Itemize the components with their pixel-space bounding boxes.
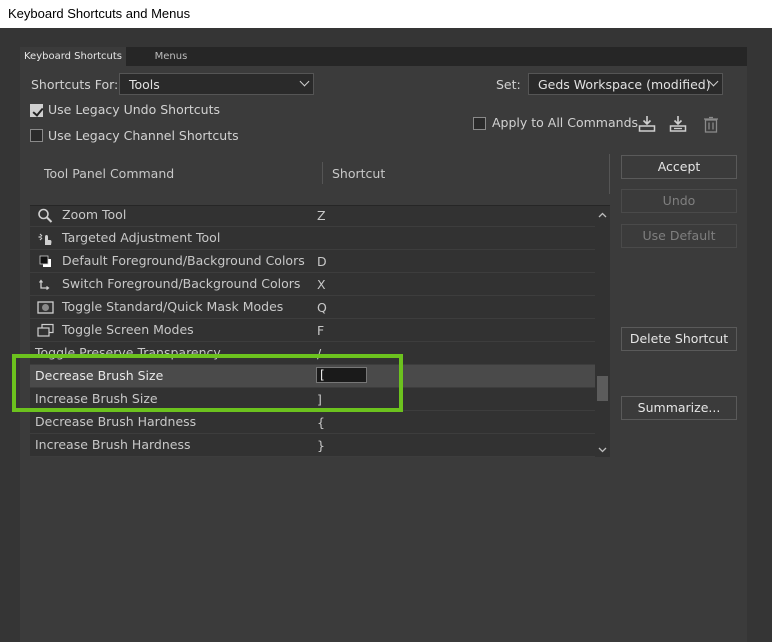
command-name: Toggle Preserve Transparency bbox=[35, 345, 221, 360]
col-shortcut-header: Shortcut bbox=[332, 166, 386, 181]
command-name: Toggle Screen Modes bbox=[62, 322, 194, 337]
scroll-up-icon[interactable] bbox=[598, 212, 607, 218]
table-row[interactable]: Increase Brush Hardness } bbox=[30, 434, 595, 457]
command-name: Decrease Brush Hardness bbox=[35, 414, 197, 429]
shortcut-key: F bbox=[317, 323, 325, 338]
delete-shortcut-button[interactable]: Delete Shortcut bbox=[621, 327, 737, 351]
shortcuts-panel: Shortcuts For: Tools Set: Geds Workspace… bbox=[20, 66, 747, 642]
set-label: Set: bbox=[496, 77, 521, 92]
use-default-button[interactable]: Use Default bbox=[621, 224, 737, 248]
shortcut-key: X bbox=[317, 277, 326, 292]
header-right-divider bbox=[609, 154, 610, 194]
table-row-selected[interactable]: Decrease Brush Size [ bbox=[30, 365, 595, 388]
chevron-down-icon bbox=[299, 76, 310, 87]
scroll-down-icon[interactable] bbox=[598, 447, 607, 453]
set-value: Geds Workspace (modified) bbox=[538, 77, 711, 92]
shortcut-key: ] bbox=[317, 392, 322, 407]
accept-button[interactable]: Accept bbox=[621, 155, 737, 179]
screen-modes-icon bbox=[37, 323, 54, 338]
apply-all-checkbox[interactable] bbox=[473, 117, 486, 130]
shortcuts-for-label: Shortcuts For: bbox=[31, 77, 119, 92]
command-name: Switch Foreground/Background Colors bbox=[62, 276, 301, 291]
col-command-header: Tool Panel Command bbox=[44, 166, 175, 181]
table-row[interactable]: Switch Foreground/Background Colors X bbox=[30, 273, 595, 296]
shortcut-key: Q bbox=[317, 300, 327, 315]
command-name: Increase Brush Hardness bbox=[35, 437, 191, 452]
shortcut-key: { bbox=[317, 415, 325, 430]
command-name: Zoom Tool bbox=[62, 207, 127, 222]
table-row[interactable]: Default Foreground/Background Colors D bbox=[30, 250, 595, 273]
new-set-icon[interactable] bbox=[668, 114, 688, 134]
undo-button[interactable]: Undo bbox=[621, 189, 737, 213]
command-name: Default Foreground/Background Colors bbox=[62, 253, 305, 268]
shortcuts-for-value: Tools bbox=[129, 77, 160, 92]
switch-colors-icon bbox=[37, 277, 54, 292]
table-row[interactable]: Zoom Tool Z bbox=[30, 206, 595, 227]
scrollbar-thumb[interactable] bbox=[597, 376, 608, 401]
legacy-channel-label: Use Legacy Channel Shortcuts bbox=[48, 128, 239, 143]
zoom-icon bbox=[37, 208, 54, 223]
shortcut-key: D bbox=[317, 254, 327, 269]
legacy-undo-label: Use Legacy Undo Shortcuts bbox=[48, 102, 220, 117]
tab-menus[interactable]: Menus bbox=[126, 47, 216, 66]
shortcuts-for-dropdown[interactable]: Tools bbox=[119, 73, 314, 95]
legacy-channel-checkbox[interactable] bbox=[30, 129, 43, 142]
table-row[interactable]: Targeted Adjustment Tool bbox=[30, 227, 595, 250]
table-row[interactable]: Toggle Screen Modes F bbox=[30, 319, 595, 342]
command-name: Toggle Standard/Quick Mask Modes bbox=[62, 299, 284, 314]
table-row[interactable]: Increase Brush Size ] bbox=[30, 388, 595, 411]
shortcut-input[interactable]: [ bbox=[316, 367, 367, 383]
table-row[interactable]: Decrease Brush Hardness { bbox=[30, 411, 595, 434]
shortcut-key: } bbox=[317, 438, 325, 453]
shortcuts-table: Zoom Tool Z Targeted Adjustment Tool Def… bbox=[30, 205, 610, 457]
quick-mask-icon bbox=[37, 300, 54, 315]
save-set-icon[interactable] bbox=[637, 114, 657, 134]
legacy-undo-checkbox[interactable] bbox=[30, 104, 43, 117]
tab-strip: Keyboard Shortcuts Menus bbox=[20, 47, 747, 66]
command-name: Increase Brush Size bbox=[35, 391, 158, 406]
trash-icon[interactable] bbox=[701, 115, 721, 135]
tab-keyboard-shortcuts[interactable]: Keyboard Shortcuts bbox=[20, 47, 126, 66]
apply-all-label: Apply to All Commands bbox=[492, 115, 639, 130]
table-header: Tool Panel Command Shortcut bbox=[30, 154, 610, 194]
default-colors-icon bbox=[37, 254, 54, 269]
set-dropdown[interactable]: Geds Workspace (modified) bbox=[528, 73, 723, 95]
summarize-button[interactable]: Summarize... bbox=[621, 396, 737, 420]
table-row[interactable]: Toggle Preserve Transparency / bbox=[30, 342, 595, 365]
window-title: Keyboard Shortcuts and Menus bbox=[0, 0, 772, 28]
shortcut-key: Z bbox=[317, 208, 326, 223]
command-name: Targeted Adjustment Tool bbox=[62, 230, 221, 245]
command-name: Decrease Brush Size bbox=[35, 368, 164, 383]
targeted-adjustment-icon bbox=[37, 231, 54, 246]
shortcut-key: / bbox=[317, 346, 322, 361]
table-row[interactable]: Toggle Standard/Quick Mask Modes Q bbox=[30, 296, 595, 319]
table-scrollbar[interactable] bbox=[595, 206, 610, 457]
column-divider bbox=[322, 162, 323, 184]
